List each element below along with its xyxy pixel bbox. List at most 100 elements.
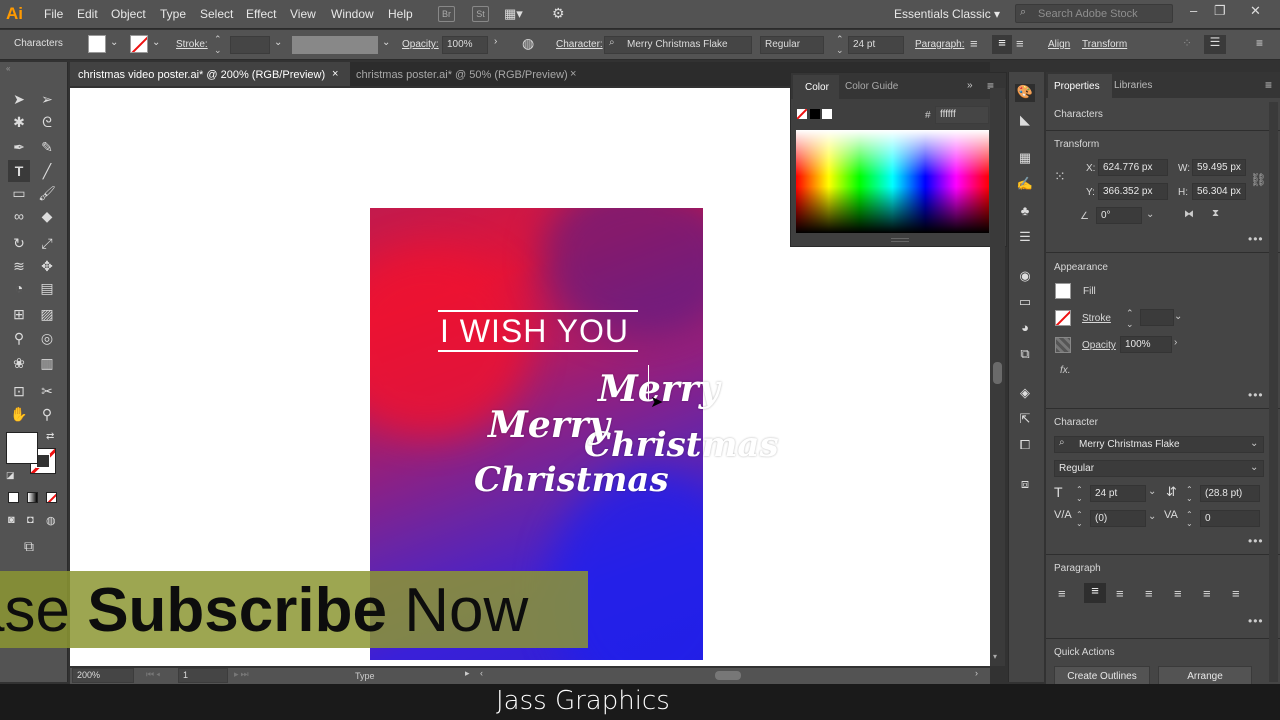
poster-christmas-right[interactable]: Christmas <box>584 425 779 465</box>
layers-icon[interactable]: ◈ <box>1015 385 1035 403</box>
direct-selection-tool-icon[interactable]: ➢ <box>36 88 58 110</box>
x-input[interactable]: 624.776 px <box>1098 159 1168 176</box>
opacity-field[interactable]: 100% <box>442 36 488 54</box>
chevron-right-icon[interactable]: › <box>494 36 497 47</box>
eyedropper-tool-icon[interactable]: ⚲ <box>8 327 30 349</box>
shaper-tool-icon[interactable]: ∞ <box>8 205 30 227</box>
gradient-panel-icon[interactable]: ◉ <box>1015 268 1035 286</box>
blend-tool-icon[interactable]: ◎ <box>36 327 58 349</box>
tab-color-guide[interactable]: Color Guide <box>845 81 898 92</box>
appearance-icon[interactable]: ◕ <box>1015 320 1035 338</box>
close-icon[interactable]: × <box>332 68 338 80</box>
arrange-documents-icon[interactable]: ▦▾ <box>504 6 523 22</box>
opacity-label[interactable]: Opacity <box>1082 340 1116 351</box>
menu-file[interactable]: File <box>44 7 63 21</box>
more-paragraph-options[interactable]: ••• <box>1248 614 1264 628</box>
align-right-icon[interactable]: ≡ <box>1116 586 1124 601</box>
align-link[interactable]: Align <box>1048 39 1070 50</box>
y-input[interactable]: 366.352 px <box>1098 183 1168 200</box>
opacity-input[interactable]: 100% <box>1120 336 1172 353</box>
draw-inside-icon[interactable]: ◍ <box>46 514 56 527</box>
horizontal-scroll-thumb[interactable] <box>715 671 741 680</box>
curvature-tool-icon[interactable]: ✎ <box>36 136 58 158</box>
angle-input[interactable]: 0° <box>1096 207 1142 224</box>
justify-right-icon[interactable]: ≡ <box>1203 586 1211 601</box>
chevron-down-icon[interactable]: ⌄ <box>1148 511 1156 522</box>
transparency-icon[interactable]: ▭ <box>1015 294 1035 312</box>
slice-tool-icon[interactable]: ✂ <box>36 380 58 402</box>
magic-wand-tool-icon[interactable]: ✱ <box>8 111 30 133</box>
stroke-label[interactable]: Stroke <box>1082 313 1111 324</box>
export-icon[interactable]: ⇱ <box>1015 411 1035 429</box>
symbol-sprayer-tool-icon[interactable]: ❀ <box>8 352 30 374</box>
menu-view[interactable]: View <box>290 7 316 21</box>
chevron-down-icon[interactable]: ⌄ <box>1148 486 1156 497</box>
font-size-input[interactable]: 24 pt <box>1090 485 1146 502</box>
fill-swatch[interactable] <box>1055 283 1071 299</box>
links-icon[interactable]: ⧈ <box>1015 476 1035 494</box>
artboard-tool-icon[interactable]: ⊡ <box>8 380 30 402</box>
justify-center-icon[interactable]: ≡ <box>1174 586 1182 601</box>
justify-left-icon[interactable]: ≡ <box>1145 586 1153 601</box>
line-tool-icon[interactable]: ╱ <box>36 160 58 182</box>
chevron-down-icon[interactable]: ⌄ <box>1250 462 1258 473</box>
rotate-tool-icon[interactable]: ↻ <box>8 232 30 254</box>
poster-heading[interactable]: I WISH YOU <box>440 313 629 350</box>
chevron-right-icon[interactable]: › <box>1174 337 1177 348</box>
tab-properties[interactable]: Properties <box>1048 74 1112 98</box>
pen-tool-icon[interactable]: ✒ <box>8 136 30 158</box>
collapse-icon[interactable]: « <box>6 64 10 73</box>
paragraph-label[interactable]: Paragraph: <box>915 39 964 50</box>
gradient-mode-icon[interactable] <box>27 492 38 503</box>
swatches-icon[interactable]: ▦ <box>1015 150 1035 168</box>
reference-point-icon[interactable]: ⁙ <box>1054 168 1066 185</box>
eraser-tool-icon[interactable]: ◆ <box>36 205 58 227</box>
stroke-panel-icon[interactable]: ☰ <box>1015 229 1035 247</box>
kerning-input[interactable]: (0) <box>1090 510 1146 527</box>
stroke-stepper-icon[interactable]: ⌃ ⌄ <box>214 34 222 56</box>
search-stock-input[interactable]: Search Adobe Stock <box>1015 4 1173 23</box>
flip-horizontal-icon[interactable]: ⧓ <box>1184 209 1194 220</box>
mesh-tool-icon[interactable]: ⊞ <box>8 303 30 325</box>
maximize-icon[interactable]: ❐ <box>1214 3 1226 19</box>
font-size-field[interactable]: 24 pt <box>848 36 904 54</box>
shape-builder-tool-icon[interactable]: ◔ <box>8 277 30 299</box>
stroke-weight-input[interactable] <box>1140 309 1174 326</box>
artboard-nav-next-icon[interactable]: ▸⏭ <box>234 669 251 680</box>
scale-tool-icon[interactable]: ⤢ <box>36 232 58 254</box>
tab-christmas-poster[interactable]: christmas poster.ai* @ 50% (RGB/Preview)… <box>348 62 588 86</box>
color-guide-icon[interactable]: ◣ <box>1015 112 1035 130</box>
more-transform-options[interactable]: ••• <box>1248 232 1264 246</box>
hex-input[interactable]: ffffff <box>935 106 989 124</box>
menu-effect[interactable]: Effect <box>246 7 276 21</box>
tab-christmas-video-poster[interactable]: christmas video poster.ai* @ 200% (RGB/P… <box>70 62 350 86</box>
default-colors-icon[interactable]: ◪ <box>6 470 15 481</box>
chevron-down-icon[interactable]: ⌄ <box>382 37 390 48</box>
menu-window[interactable]: Window <box>331 7 374 21</box>
artboards-icon[interactable]: ⧠ <box>1015 437 1035 455</box>
hand-tool-icon[interactable]: ✋ <box>8 403 30 425</box>
menu-object[interactable]: Object <box>111 7 146 21</box>
draw-behind-icon[interactable]: ◘ <box>27 514 34 526</box>
draw-normal-icon[interactable]: ◙ <box>8 514 15 526</box>
stroke-swatch[interactable] <box>1055 310 1071 326</box>
resize-handle-icon[interactable] <box>891 238 909 242</box>
tab-color[interactable]: Color <box>793 75 839 99</box>
w-input[interactable]: 59.495 px <box>1192 159 1246 176</box>
character-label[interactable]: Character: <box>556 39 603 50</box>
isolate-icon[interactable]: ⁘ <box>1182 36 1192 50</box>
type-tool-icon[interactable]: T <box>8 160 30 182</box>
poster-christmas-left[interactable]: Christmas <box>474 460 669 500</box>
color-spectrum[interactable] <box>796 130 989 233</box>
menu-select[interactable]: Select <box>200 7 233 21</box>
screen-mode-icon[interactable]: ⧉ <box>24 538 34 555</box>
stroke-weight-field[interactable] <box>230 36 270 54</box>
symbols-icon[interactable]: ♣ <box>1015 203 1035 221</box>
gradient-tool-icon[interactable]: ▨ <box>36 303 58 325</box>
none-swatch[interactable] <box>797 109 807 119</box>
scroll-right-icon[interactable]: › <box>975 668 978 678</box>
tab-libraries[interactable]: Libraries <box>1114 80 1152 91</box>
kerning-stepper-icon[interactable]: ⌃ ⌄ <box>1076 510 1083 528</box>
expand-icon[interactable]: » <box>967 80 973 91</box>
chevron-down-icon[interactable]: ⌄ <box>1146 209 1154 220</box>
